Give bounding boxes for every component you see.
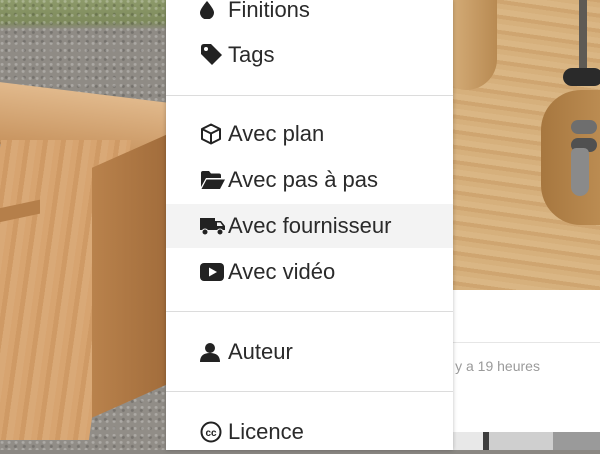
- menu-item-label: Avec vidéo: [228, 259, 336, 284]
- menu-item-label: Auteur: [228, 339, 293, 364]
- card-timestamp: il y a 19 heures: [453, 358, 540, 374]
- menu-divider: [166, 95, 453, 96]
- jig-pin: [579, 0, 587, 78]
- jig-knob: [563, 68, 600, 86]
- jig-screw: [571, 120, 597, 134]
- menu-item-avec-pas-a-pas[interactable]: Avec pas à pas: [166, 158, 453, 202]
- menu-item-auteur[interactable]: Auteur: [166, 330, 453, 374]
- user-icon: [200, 341, 226, 363]
- project-card[interactable]: il y a 19 heures: [453, 0, 600, 450]
- truck-icon: [200, 215, 226, 237]
- tag-icon: [200, 44, 226, 66]
- filter-dropdown-menu: Finitions Tags Avec plan Avec pas à pas …: [166, 0, 453, 450]
- cube-icon: [200, 123, 226, 145]
- menu-item-avec-fournisseur[interactable]: Avec fournisseur: [166, 204, 453, 248]
- menu-item-label: Avec plan: [228, 121, 325, 146]
- menu-item-label: Avec fournisseur: [228, 213, 392, 238]
- video-play-icon: [200, 261, 226, 283]
- menu-item-tags[interactable]: Tags: [166, 33, 453, 77]
- menu-divider: [166, 311, 453, 312]
- menu-item-label: Licence: [228, 419, 304, 444]
- menu-item-licence[interactable]: cc Licence: [166, 410, 453, 454]
- menu-item-avec-plan[interactable]: Avec plan: [166, 112, 453, 156]
- menu-divider: [166, 391, 453, 392]
- creative-commons-icon: cc: [200, 421, 226, 443]
- drop-icon: [200, 0, 226, 21]
- menu-item-label: Tags: [228, 42, 275, 67]
- menu-item-label: Avec pas à pas: [228, 167, 379, 192]
- planter-photo[interactable]: [0, 0, 166, 450]
- jig-hook: [571, 148, 589, 196]
- menu-item-finitions[interactable]: Finitions: [166, 0, 453, 32]
- svg-text:cc: cc: [205, 428, 217, 439]
- next-card-photo: [453, 432, 600, 450]
- jig-handle: [453, 0, 497, 90]
- menu-item-label: Finitions: [228, 0, 310, 22]
- card-divider: [453, 342, 600, 343]
- menu-item-avec-video[interactable]: Avec vidéo: [166, 250, 453, 294]
- planter-side-panel: [92, 132, 166, 418]
- folder-open-icon: [200, 169, 226, 191]
